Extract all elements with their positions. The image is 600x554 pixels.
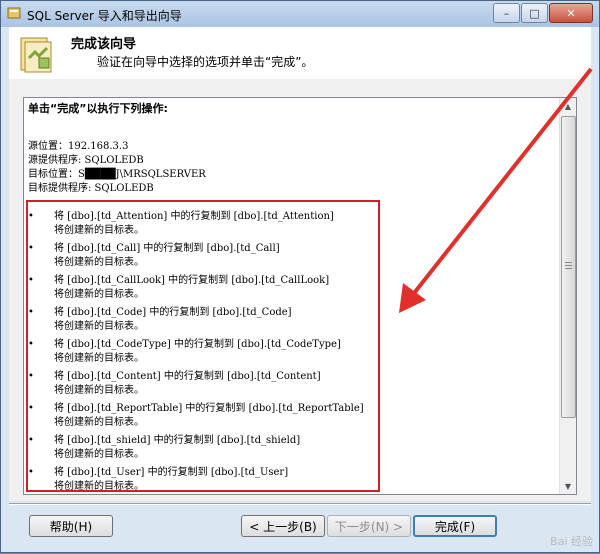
close-button[interactable]: ✕ bbox=[549, 3, 593, 23]
minimize-button[interactable]: – bbox=[493, 3, 520, 23]
footer-separator bbox=[9, 503, 591, 504]
summary-text[interactable]: 单击“完成”以执行下列操作: 源位置：192.168.3.3 源提供程序: SQ… bbox=[24, 98, 558, 494]
wizard-window: SQL Server 导入和导出向导 – □ ✕ 完成该向导 验证在向导中选择的… bbox=[0, 0, 600, 553]
source-provider: 源提供程序: SQLOLEDB bbox=[28, 155, 144, 166]
back-button[interactable]: < 上一步(B) bbox=[241, 515, 325, 537]
title-bar[interactable]: SQL Server 导入和导出向导 – □ ✕ bbox=[1, 1, 599, 27]
scroll-thumb[interactable] bbox=[561, 116, 576, 418]
operations-heading: 单击“完成”以执行下列操作: bbox=[28, 102, 168, 115]
watermark: Bai 经验 bbox=[550, 535, 593, 548]
wizard-header: 完成该向导 验证在向导中选择的选项并单击“完成”。 bbox=[9, 27, 591, 80]
window-title: SQL Server 导入和导出向导 bbox=[27, 9, 182, 23]
highlight-box bbox=[26, 200, 380, 492]
maximize-button[interactable]: □ bbox=[521, 3, 548, 23]
page-title: 完成该向导 bbox=[71, 37, 137, 52]
scroll-down-arrow-icon[interactable]: ▼ bbox=[560, 478, 576, 494]
wizard-icon bbox=[20, 37, 52, 73]
source-location: 源位置：192.168.3.3 bbox=[28, 141, 129, 152]
page-subtitle: 验证在向导中选择的选项并单击“完成”。 bbox=[97, 55, 314, 69]
app-icon bbox=[7, 7, 21, 19]
summary-box: 单击“完成”以执行下列操作: 源位置：192.168.3.3 源提供程序: SQ… bbox=[23, 97, 577, 495]
finish-button[interactable]: 完成(F) bbox=[413, 515, 497, 537]
target-provider: 目标提供程序: SQLOLEDB bbox=[28, 183, 154, 194]
vertical-scrollbar[interactable]: ▲ ▼ bbox=[559, 98, 576, 494]
help-button[interactable]: 帮助(H) bbox=[29, 515, 113, 537]
target-location: 目标位置：S████J\MRSQLSERVER bbox=[28, 169, 206, 180]
wizard-body: 单击“完成”以执行下列操作: 源位置：192.168.3.3 源提供程序: SQ… bbox=[9, 79, 591, 501]
next-button[interactable]: 下一步(N) > bbox=[327, 515, 411, 537]
wizard-footer: 帮助(H) < 上一步(B) 下一步(N) > 完成(F) Bai 经验 bbox=[1, 501, 599, 553]
scroll-up-arrow-icon[interactable]: ▲ bbox=[560, 98, 576, 114]
